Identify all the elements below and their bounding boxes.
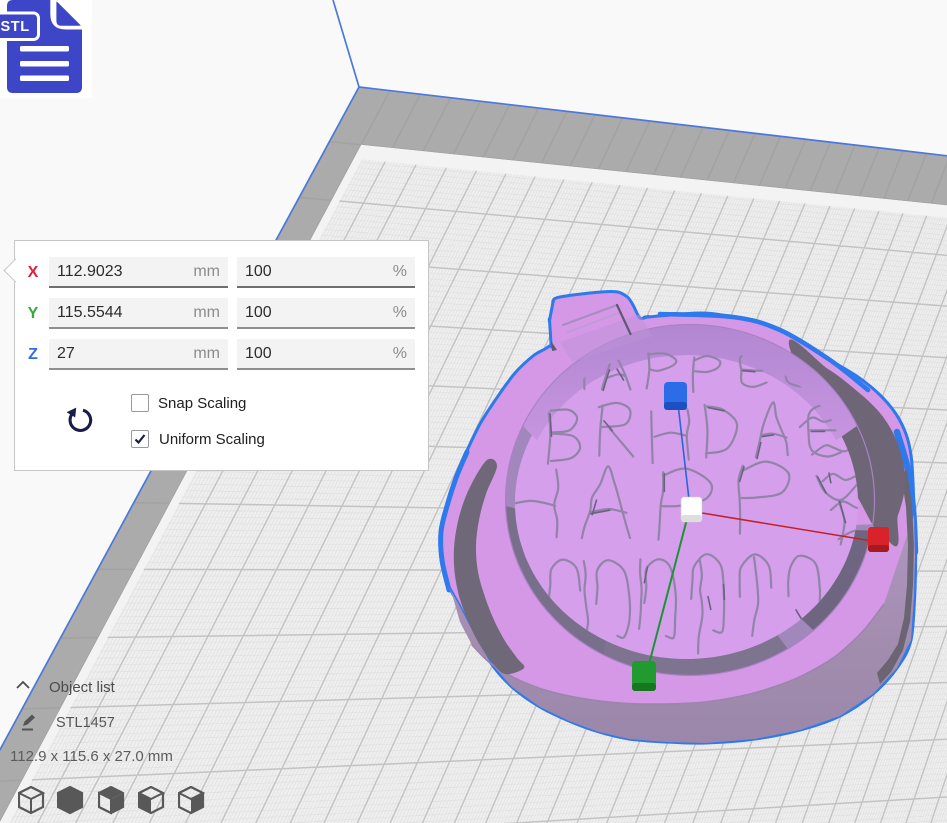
svg-text:STL: STL — [1, 19, 30, 35]
